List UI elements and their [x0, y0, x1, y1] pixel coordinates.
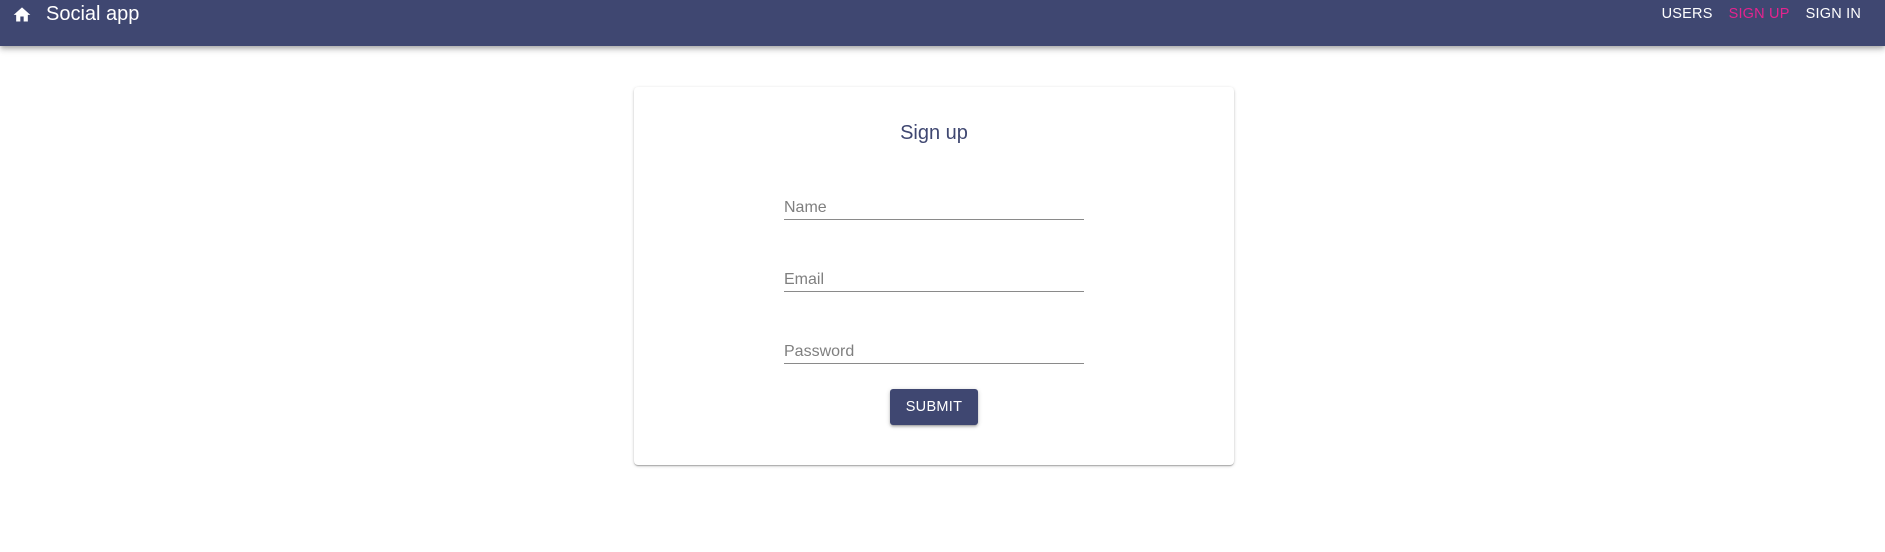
password-field [784, 330, 1084, 364]
nav-users-link[interactable]: USERS [1654, 0, 1721, 28]
top-nav: USERS SIGN UP SIGN IN [1654, 0, 1885, 28]
nav-signup-link[interactable]: SIGN UP [1721, 0, 1798, 28]
nav-signin-link[interactable]: SIGN IN [1798, 0, 1885, 28]
home-icon [13, 7, 31, 22]
app-bar: Social app USERS SIGN UP SIGN IN [0, 0, 1885, 46]
signup-title: Sign up [900, 122, 968, 144]
submit-button[interactable]: SUBMIT [890, 389, 978, 425]
email-field [784, 258, 1084, 292]
name-field [784, 186, 1084, 220]
email-input[interactable] [784, 258, 1084, 291]
name-input[interactable] [784, 186, 1084, 219]
home-button[interactable] [10, 4, 34, 24]
password-input[interactable] [784, 330, 1084, 363]
signup-card: Sign up SUBMIT [634, 87, 1234, 465]
app-title: Social app [46, 3, 140, 25]
